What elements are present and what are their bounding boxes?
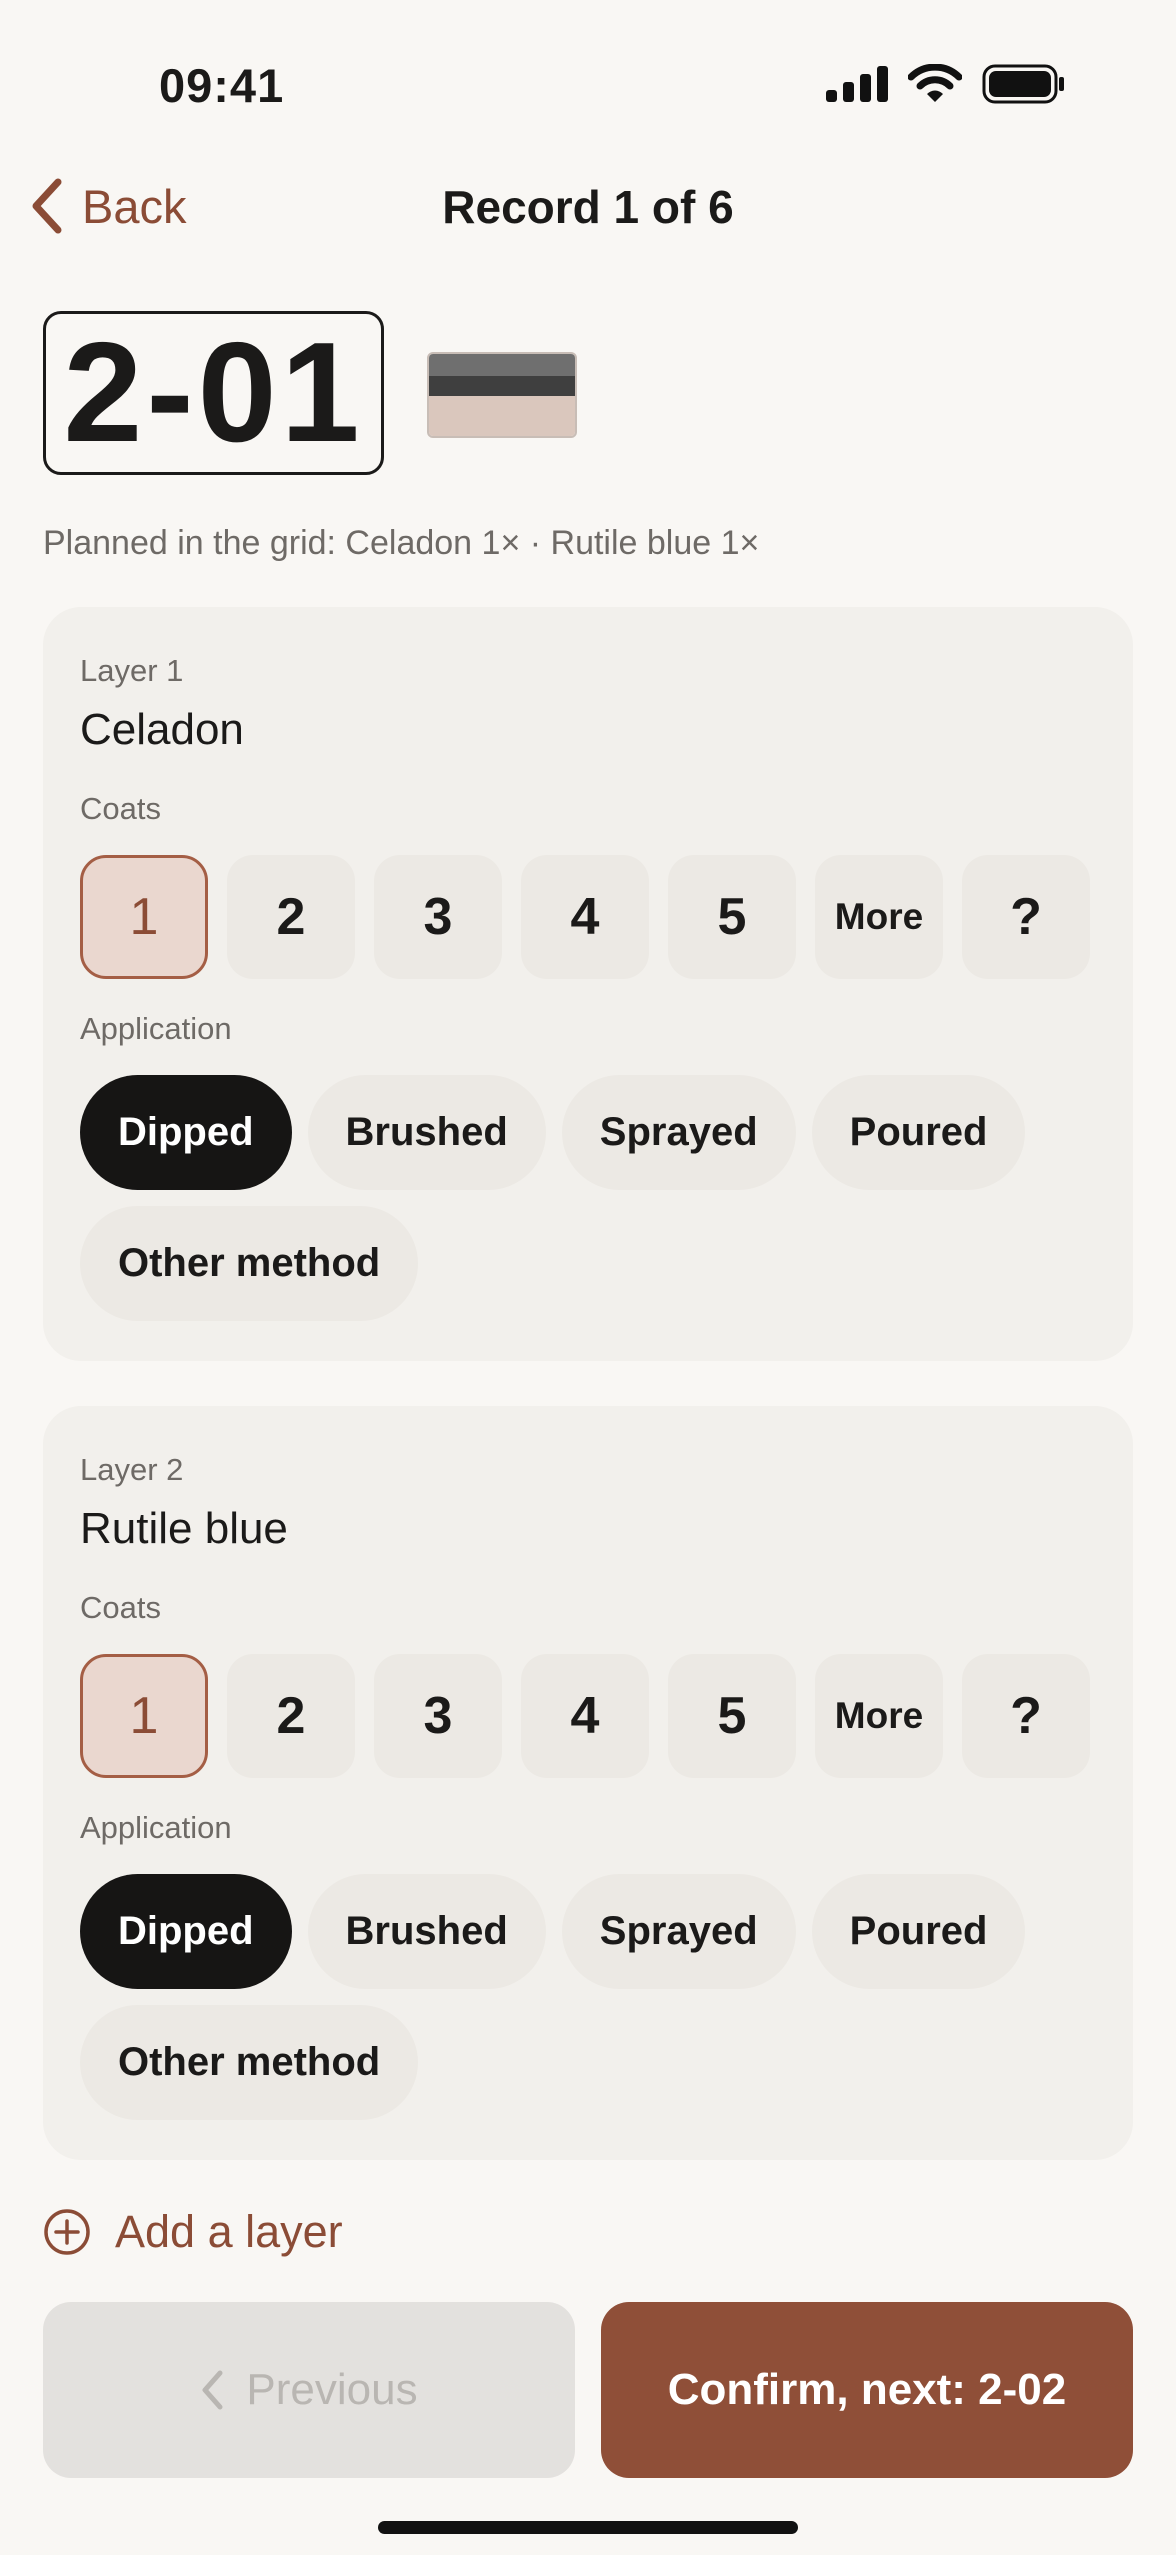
method-brushed[interactable]: Brushed	[307, 1874, 546, 1989]
swatch-stripe-bottom	[429, 396, 575, 436]
method-brushed[interactable]: Brushed	[307, 1075, 546, 1190]
status-time: 09:41	[159, 59, 285, 112]
method-dipped[interactable]: Dipped	[80, 1874, 292, 1989]
planned-summary: Planned in the grid: Celadon 1× · Rutile…	[43, 524, 760, 562]
glaze-swatch	[427, 352, 577, 438]
coat-option-3[interactable]: 3	[374, 855, 502, 979]
plus-circle-icon	[44, 2209, 90, 2255]
layer-name: Rutile blue	[80, 1504, 288, 1553]
layer-name: Celadon	[80, 705, 244, 754]
coat-option-unknown[interactable]: ?	[962, 1654, 1090, 1778]
home-indicator	[378, 2521, 798, 2534]
coats-label: Coats	[80, 791, 161, 826]
method-sprayed[interactable]: Sprayed	[561, 1874, 796, 1989]
signal-icon	[826, 66, 888, 102]
previous-button[interactable]: Previous	[43, 2302, 575, 2478]
chevron-left-icon	[202, 2370, 223, 2410]
status-icons	[826, 64, 1066, 104]
coats-label: Coats	[80, 1590, 161, 1625]
coat-option-4[interactable]: 4	[521, 1654, 649, 1778]
coat-option-2[interactable]: 2	[227, 855, 355, 979]
layer-label: Layer 2	[80, 1452, 184, 1487]
application-selector: Dipped Brushed Sprayed Poured Other meth…	[80, 1075, 1100, 1321]
coat-option-1[interactable]: 1	[80, 855, 208, 979]
record-id-box: 2-01	[43, 311, 384, 475]
application-label: Application	[80, 1011, 232, 1046]
coat-option-more[interactable]: More	[815, 855, 943, 979]
coat-option-1[interactable]: 1	[80, 1654, 208, 1778]
application-selector: Dipped Brushed Sprayed Poured Other meth…	[80, 1874, 1100, 2120]
battery-icon	[982, 64, 1064, 104]
coat-option-5[interactable]: 5	[668, 1654, 796, 1778]
coat-option-4[interactable]: 4	[521, 855, 649, 979]
layer-card-2: Layer 2 Rutile blue Coats 1 2 3 4 5 More…	[43, 1406, 1133, 2160]
swatch-stripe-middle	[429, 376, 575, 396]
application-label: Application	[80, 1810, 232, 1845]
method-other[interactable]: Other method	[80, 2005, 419, 2120]
layer-card-1: Layer 1 Celadon Coats 1 2 3 4 5 More ? A…	[43, 607, 1133, 1361]
coat-option-2[interactable]: 2	[227, 1654, 355, 1778]
coat-option-more[interactable]: More	[815, 1654, 943, 1778]
method-other[interactable]: Other method	[80, 1206, 419, 1321]
method-dipped[interactable]: Dipped	[80, 1075, 292, 1190]
wifi-icon	[908, 64, 962, 102]
method-poured[interactable]: Poured	[811, 1075, 1026, 1190]
coat-option-5[interactable]: 5	[668, 855, 796, 979]
coat-option-3[interactable]: 3	[374, 1654, 502, 1778]
add-layer-button[interactable]: Add a layer	[43, 2206, 343, 2258]
confirm-next-label: Confirm, next: 2-02	[667, 2365, 1067, 2414]
previous-label: Previous	[246, 2365, 418, 2414]
coats-selector: 1 2 3 4 5 More ?	[80, 855, 1090, 979]
add-layer-label: Add a layer	[115, 2206, 343, 2257]
swatch-stripe-top	[429, 354, 575, 376]
page-title: Record 1 of 6	[442, 181, 734, 233]
coats-selector: 1 2 3 4 5 More ?	[80, 1654, 1090, 1778]
method-sprayed[interactable]: Sprayed	[561, 1075, 796, 1190]
confirm-next-button[interactable]: Confirm, next: 2-02	[601, 2302, 1133, 2478]
method-poured[interactable]: Poured	[811, 1874, 1026, 1989]
layer-label: Layer 1	[80, 653, 184, 688]
coat-option-unknown[interactable]: ?	[962, 855, 1090, 979]
record-id: 2-01	[63, 313, 364, 472]
